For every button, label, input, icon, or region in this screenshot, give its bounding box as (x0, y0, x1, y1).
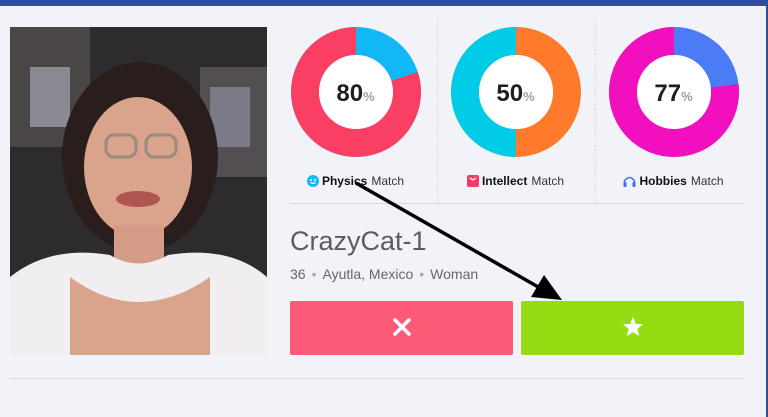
profile-photo[interactable] (10, 27, 267, 355)
close-icon (392, 317, 411, 339)
percent-symbol: % (523, 89, 535, 104)
intellect-percent: 50% (438, 80, 593, 108)
intellect-value: 50 (496, 80, 524, 107)
headphones-icon (623, 175, 636, 190)
pass-button[interactable] (290, 301, 513, 355)
top-bar (0, 0, 768, 6)
stat-physics: 80% Physics Match (278, 18, 433, 202)
intellect-label: Intellect Match (438, 174, 593, 190)
profile-location: Ayutla, Mexico (322, 266, 414, 282)
star-icon (622, 316, 644, 340)
physics-kind: Physics (321, 174, 368, 188)
book-icon (466, 175, 479, 190)
smile-icon (306, 175, 319, 190)
stat-hobbies: 77% Hobbies Match (595, 18, 750, 202)
meta-separator: • (419, 266, 425, 282)
physics-percent: 80% (278, 80, 433, 108)
intellect-suffix: Match (531, 174, 565, 188)
hobbies-value: 77 (654, 80, 682, 107)
meta-separator: • (311, 266, 317, 282)
intellect-kind: Intellect (481, 174, 528, 188)
profile-name[interactable]: CrazyCat-1 (290, 226, 427, 257)
profile-age: 36 (290, 266, 306, 282)
percent-symbol: % (681, 89, 693, 104)
physics-label: Physics Match (278, 174, 433, 190)
profile-meta: 36 • Ayutla, Mexico • Woman (290, 266, 478, 282)
divider (290, 203, 744, 204)
profile-gender: Woman (430, 266, 479, 282)
divider (10, 378, 744, 379)
stat-intellect: 50% Intellect Match (437, 18, 592, 202)
match-stats: 80% Physics Match 50% Intellect Match 77% … (278, 18, 744, 202)
physics-value: 80 (336, 80, 364, 107)
physics-suffix: Match (371, 174, 405, 188)
hobbies-percent: 77% (596, 80, 751, 108)
percent-symbol: % (363, 89, 375, 104)
hobbies-kind: Hobbies (639, 174, 687, 188)
hobbies-suffix: Match (690, 174, 724, 188)
like-button[interactable] (521, 301, 744, 355)
hobbies-label: Hobbies Match (596, 174, 751, 190)
